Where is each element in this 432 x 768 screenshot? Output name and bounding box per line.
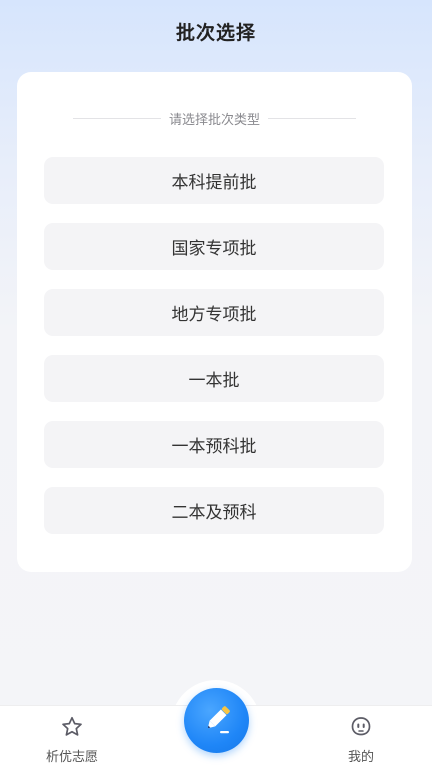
- divider-line-left: [73, 117, 161, 119]
- tab-profile-label: 我的: [347, 750, 374, 765]
- option-button[interactable]: 本科提前批: [44, 157, 384, 204]
- option-button[interactable]: 一本批: [44, 355, 384, 402]
- page-title: 批次选择: [175, 21, 256, 44]
- tab-profile[interactable]: 我的: [316, 706, 406, 768]
- option-button[interactable]: 一本预科批: [44, 421, 384, 468]
- robot-face-icon: [348, 714, 374, 740]
- nav-header: 批次选择: [0, 0, 432, 62]
- tab-home-label: 析优志愿: [45, 750, 98, 765]
- star-icon: [59, 714, 85, 740]
- pencil-icon: [198, 700, 236, 742]
- option-button[interactable]: 地方专项批: [44, 289, 384, 336]
- center-pencil-button[interactable]: [184, 688, 249, 753]
- section-prompt: 请选择批次类型: [169, 112, 261, 128]
- option-button[interactable]: 二本及预科: [44, 487, 384, 534]
- batch-selection-card: 请选择批次类型 本科提前批 国家专项批 地方专项批 一本批 一本预科批 二本及预…: [17, 72, 412, 572]
- section-divider: 请选择批次类型: [73, 108, 357, 128]
- tab-home[interactable]: 析优志愿: [27, 706, 117, 768]
- option-button[interactable]: 国家专项批: [44, 223, 384, 270]
- divider-line-right: [268, 117, 357, 119]
